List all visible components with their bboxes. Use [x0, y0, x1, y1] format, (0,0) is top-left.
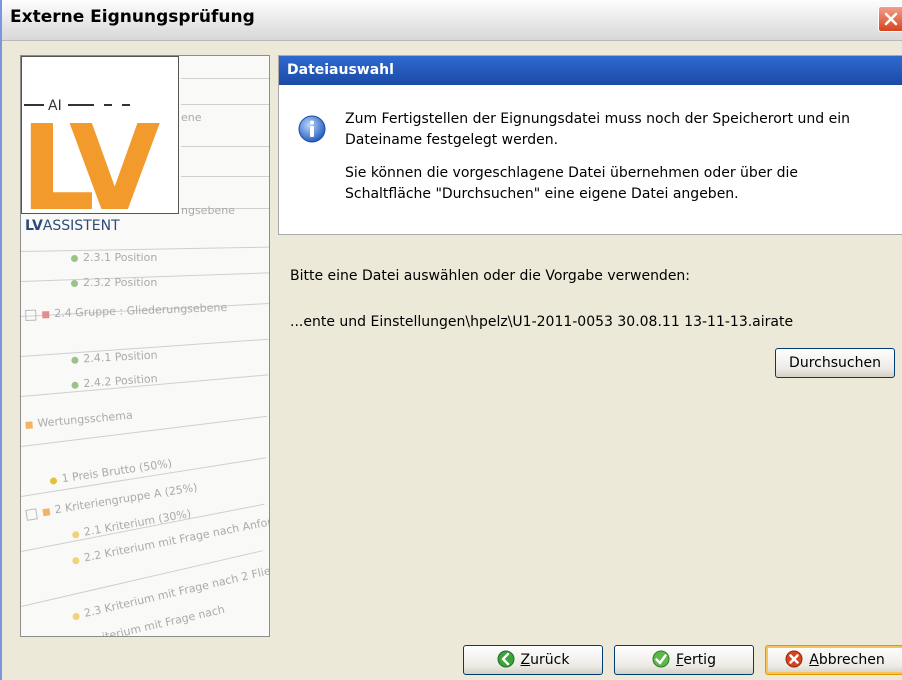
bullet-icon — [71, 279, 78, 287]
header-bar: Dateiauswahl — [279, 56, 902, 85]
info-paragraph: Sie können die vorgeschlagene Datei über… — [345, 165, 799, 202]
bullet-icon — [71, 254, 78, 262]
dialog-window: Externe Eignungsprüfung AI LV LVASSISTEN… — [0, 0, 902, 680]
browse-button[interactable]: Durchsuchen — [775, 348, 895, 378]
decor-line — [181, 78, 269, 79]
window-title: Externe Eignungsprüfung — [10, 7, 255, 27]
lv-logo: AI LV — [21, 56, 179, 214]
criterion-icon — [71, 611, 81, 621]
file-prompt: Bitte eine Datei auswählen oder die Vorg… — [290, 268, 691, 284]
tree-item: Wertungsschema — [25, 409, 133, 431]
decor-line — [181, 146, 269, 147]
finish-label: ertig — [683, 652, 716, 668]
close-button[interactable] — [878, 6, 902, 32]
checkmark-icon — [652, 650, 670, 667]
cancel-button[interactable]: Abbrechen — [765, 645, 902, 675]
bullet-icon — [71, 356, 79, 364]
group-icon — [42, 310, 50, 318]
decor-line — [181, 176, 269, 177]
header-panel: Dateiauswahl Zum Fertigstellen der Eignu… — [278, 55, 902, 235]
tree-item: 2.4 Gruppe : Gliederungsebene — [25, 301, 227, 321]
title-bar[interactable]: Externe Eignungsprüfung — [2, 0, 902, 41]
info-text: Zum Fertigstellen der Eignungsdatei muss… — [345, 109, 885, 217]
finish-button[interactable]: Fertig — [614, 645, 754, 675]
cancel-mnemonic: A — [809, 652, 819, 668]
logo-big-text: LV — [22, 99, 160, 213]
tree-item: ene — [181, 111, 202, 124]
info-icon — [298, 115, 326, 143]
back-mnemonic: Z — [520, 652, 531, 668]
group-icon — [25, 420, 33, 429]
header-title: Dateiauswahl — [287, 62, 394, 78]
expander-icon — [25, 309, 37, 321]
back-arrow-icon — [497, 650, 515, 667]
brand-bold: LV — [25, 218, 43, 234]
decor-line — [181, 104, 269, 105]
wizard-side-image: AI LV LVASSISTENT ene ngsebene 2.3.1 Pos… — [20, 55, 270, 637]
file-path: ...ente und Einstellungen\hpelz\U1-2011-… — [290, 314, 794, 330]
lv-logo-graphic: AI LV — [22, 98, 170, 213]
bullet-icon — [71, 381, 79, 389]
info-paragraph: Zum Fertigstellen der Eignungsdatei muss… — [345, 111, 850, 148]
cancel-icon — [785, 650, 803, 667]
expander-icon — [25, 507, 38, 521]
brand-rest: ASSISTENT — [42, 218, 120, 234]
tree-item: 2.3.2 Position — [71, 276, 157, 289]
tree-item: ngsebene — [181, 204, 235, 217]
back-label: urück — [530, 652, 570, 668]
criterion-icon — [71, 556, 80, 565]
cancel-label: bbrechen — [818, 652, 885, 668]
brand-label: LVASSISTENT — [25, 218, 120, 234]
tree-item: 2.3.1 Position — [71, 251, 157, 264]
close-icon — [884, 12, 898, 26]
back-button[interactable]: Zurück — [463, 645, 603, 675]
group-icon — [42, 507, 51, 516]
euro-icon — [49, 476, 58, 485]
criterion-icon — [71, 530, 80, 539]
